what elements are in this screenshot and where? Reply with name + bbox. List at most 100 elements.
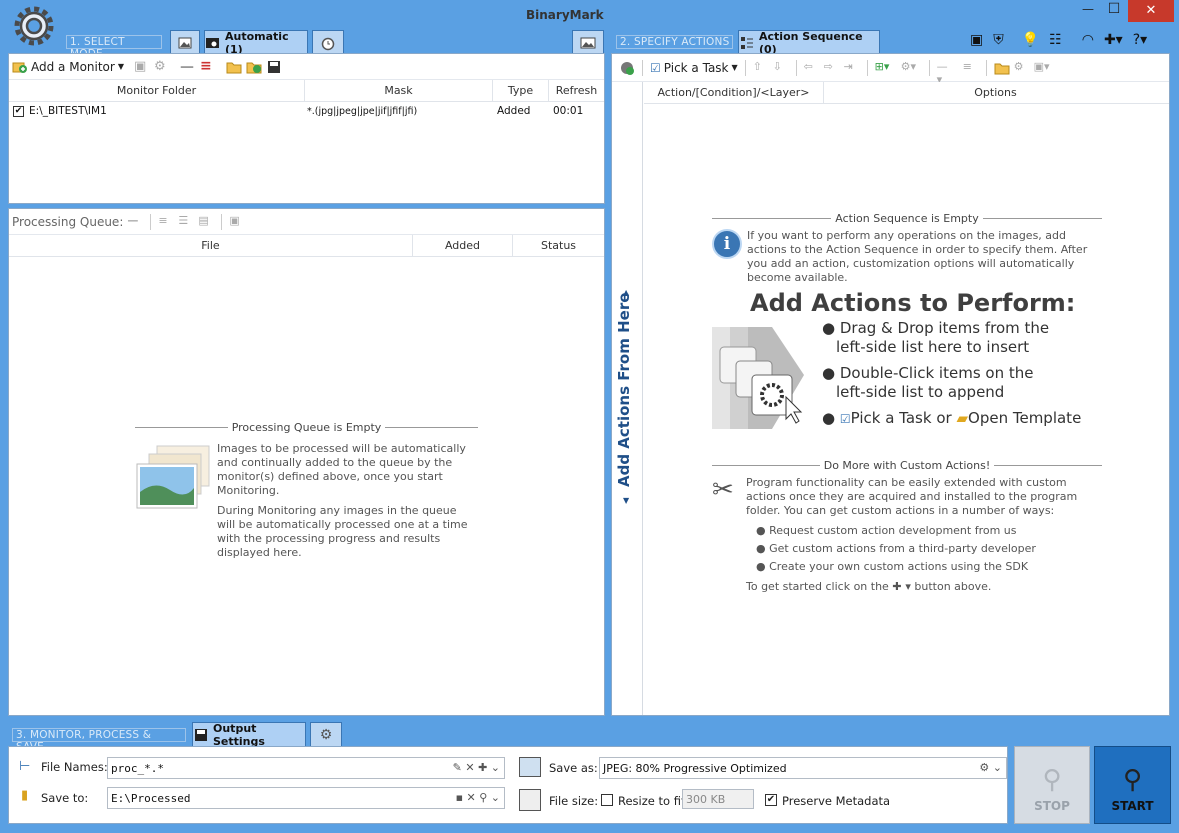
tab-output-settings[interactable]: Output Settings [192,722,306,748]
start-icon: ⚲ [1122,765,1143,795]
monitor-panel: Add a Monitor ▼ ▣ ⚙ — ≡ Monitor Folder M… [8,53,605,204]
col-action[interactable]: Action/[Condition]/<Layer> [644,82,824,103]
queue-list-icon[interactable]: ≡ [158,214,174,230]
remove-icon[interactable]: — [180,59,196,75]
col-options[interactable]: Options [824,82,1167,103]
resize-label: Resize to fit: [618,794,690,808]
resize-checkbox[interactable] [601,794,613,806]
save-template-icon[interactable]: ▣▾ [1034,60,1050,76]
add-custom-action-icon[interactable]: ✚▾ [1104,32,1123,48]
col-added[interactable]: Added [413,235,513,256]
action-settings-icon[interactable]: ⚙▾ [901,60,917,76]
save-to-actions[interactable]: ▪ ✕ ⚲ ⌄ [456,791,500,804]
save-as-actions[interactable]: ⚙ ⌄ [979,761,1002,774]
file-names-actions[interactable]: ✎ ✕ ✚ ⌄ [453,761,500,774]
queue-details-icon[interactable]: ▤ [198,214,214,230]
tab-automatic[interactable]: Automatic (1) [204,29,308,56]
col-status[interactable]: Status [513,235,604,256]
custom-item-third-party: ● Get custom actions from a third-party … [756,542,1036,555]
settings-gear-button[interactable] [12,4,56,48]
table-row[interactable]: ✔ E:\_BITEST\IM1 *.(jpg|jpeg|jpe|jif|jfi… [9,102,604,120]
open-folder-icon: ▰ [956,409,969,427]
output-settings-panel: ⊢ File Names: proc_*.* ✎ ✕ ✚ ⌄ ▮ Save to… [8,746,1008,824]
images-icon [178,37,192,48]
col-file[interactable]: File [9,235,413,256]
move-down-icon[interactable]: ⇩ [773,60,789,76]
remove-queue-icon[interactable]: — [127,214,143,230]
resize-size-input[interactable]: 300 KB [682,789,754,809]
stop-button[interactable]: ⚲ STOP [1014,746,1090,824]
plus-dropdown-icon: ✚ ▾ [892,580,911,593]
queue-save-icon[interactable]: ▣ [229,214,245,230]
file-size-icon [519,789,541,811]
preserve-metadata-label: Preserve Metadata [782,794,891,808]
monitor-type-cell: Added [497,105,531,117]
step-3-label: 3. MONITOR, PROCESS & SAVE [12,728,186,753]
clear-actions-icon[interactable]: ≡ [963,60,979,76]
add-actions-side-strip[interactable]: ▲ Add Actions From Here ▼ [612,82,643,715]
monitor-toolbar: Add a Monitor ▼ ▣ ⚙ — ≡ [9,54,604,80]
queue-sort-icon[interactable]: ☰ [178,214,194,230]
preview-image-button[interactable] [572,30,604,54]
save-icon[interactable] [266,59,282,75]
divider [866,59,868,76]
action-empty-message: Action Sequence is Empty i If you want t… [712,212,1102,439]
add-folder-icon[interactable] [246,59,262,75]
action-sequence-panel: ☑ Pick a Task ▼ ⇧ ⇩ ⇦ ⇨ ⇥ ⊞▾ ⚙▾ —▾ ≡ ⚙ ▣… [611,53,1170,716]
save-as-label: Save as: [549,761,598,775]
save-as-select[interactable]: JPEG: 80% Progressive Optimized ⚙ ⌄ [599,757,1007,779]
open-folder-icon[interactable] [226,59,242,75]
remove-action-icon[interactable]: —▾ [937,60,953,86]
tab-action-sequence[interactable]: Action Sequence (0) [738,30,880,56]
custom-item-sdk: ● Create your own custom actions using t… [756,560,1029,573]
open-template-icon[interactable] [994,60,1010,76]
col-type[interactable]: Type [493,80,549,101]
tab-manual[interactable] [170,30,200,54]
photo-stack-icon [136,445,210,509]
monitor-enabled-checkbox[interactable]: ✔ [13,105,24,117]
col-refresh[interactable]: Refresh [549,80,604,101]
col-mask[interactable]: Mask [305,80,493,101]
add-action-icon[interactable] [619,60,635,76]
start-button[interactable]: ⚲ START [1094,746,1171,824]
edit-monitor-icon[interactable]: ▣ [134,59,150,75]
col-monitor-folder[interactable]: Monitor Folder [9,80,305,101]
custom-item-request: ● Request custom action development from… [756,524,1017,537]
checklist-icon[interactable]: ☷ [1049,32,1062,48]
help-icon[interactable]: ?▾ [1133,32,1147,48]
maximize-button[interactable]: ☐ [1104,1,1124,17]
monitor-refresh-cell: 00:01 [553,105,584,117]
save-as-icon [519,757,541,777]
tab-output-options[interactable]: ⚙ [310,722,342,746]
remove-all-icon[interactable]: ≡ [200,59,216,75]
indent-icon[interactable]: ⇥ [844,60,860,76]
custom-actions-text: Program functionality can be easily exte… [746,476,1078,517]
divider [985,59,987,76]
minimize-button[interactable]: — [1078,2,1098,16]
file-names-icon: ⊢ [19,759,31,774]
double-click-tip: ● Double-Click items on the left-side lis… [822,364,1034,401]
tab-schedule[interactable] [312,30,344,54]
add-monitor-button[interactable]: Add a Monitor ▼ [12,59,124,75]
tab-automatic-label: Automatic (1) [225,29,289,56]
shield-icon[interactable]: ⛨ [993,32,1004,48]
wifi-icon[interactable]: ◠ [1082,32,1094,48]
monitor-settings-icon[interactable]: ⚙ [154,59,170,75]
move-left-icon[interactable]: ⇦ [804,60,820,76]
lightbulb-icon[interactable]: 💡 [1022,32,1039,48]
action-toolbar: ☑ Pick a Task ▼ ⇧ ⇩ ⇦ ⇨ ⇥ ⊞▾ ⚙▾ —▾ ≡ ⚙ ▣… [612,54,1169,86]
file-size-label: File size: [549,794,599,808]
template-settings-icon[interactable]: ⚙ [1014,60,1030,76]
pick-a-task-button[interactable]: ☑ Pick a Task ▼ [650,61,738,75]
move-up-icon[interactable]: ⇧ [753,60,769,76]
console-icon[interactable]: ▣ [970,32,983,48]
preserve-metadata-checkbox[interactable]: ✔ [765,794,777,806]
add-actions-heading: Add Actions to Perform: [750,289,1076,317]
divider [744,59,746,76]
close-button[interactable]: ✕ [1128,0,1174,22]
save-to-label: Save to: [41,791,89,805]
add-condition-icon[interactable]: ⊞▾ [875,60,891,76]
file-names-input[interactable]: proc_*.* ✎ ✕ ✚ ⌄ [107,757,505,779]
move-right-icon[interactable]: ⇨ [824,60,840,76]
save-to-input[interactable]: E:\Processed ▪ ✕ ⚲ ⌄ [107,787,505,809]
